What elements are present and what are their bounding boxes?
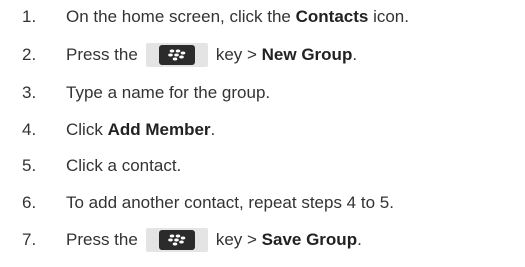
step-text-part: . [352, 45, 358, 64]
step-text: Press the [66, 43, 357, 67]
step-text-part: On the home screen, click the [66, 7, 296, 26]
step-text: Click Add Member. [66, 120, 215, 140]
step-text: On the home screen, click the Contacts i… [66, 7, 409, 27]
step-text: Press the [66, 228, 362, 252]
step-text-part: Click a contact. [66, 156, 182, 175]
step-number: 7. [22, 230, 37, 249]
step-text: Type a name for the group. [66, 83, 270, 103]
step-number: 3. [22, 83, 37, 102]
instruction-steps-list: 1. On the home screen, click the Contact… [0, 0, 525, 267]
step-text-part: To add another contact, repeat steps 4 t… [66, 193, 394, 212]
add-member-label: Add Member [107, 120, 211, 139]
step-number: 6. [22, 193, 37, 212]
step-number: 2. [22, 45, 37, 64]
step-text-part: key > [215, 45, 262, 64]
new-group-label: New Group [261, 45, 353, 64]
step-number: 1. [22, 7, 37, 26]
step-text-part: . [357, 230, 362, 249]
step-text-part: . [210, 120, 216, 139]
step-text-part: Press the [66, 230, 138, 249]
step-text: Click a contact. [66, 156, 181, 176]
step-text-part: Click [66, 120, 108, 139]
step-number: 5. [22, 156, 37, 175]
step-text-part: Press the [66, 45, 138, 64]
step-text: To add another contact, repeat steps 4 t… [66, 193, 394, 213]
blackberry-menu-key-icon [145, 228, 208, 252]
blackberry-menu-key-icon [145, 43, 208, 67]
step-text-part: icon. [368, 7, 409, 26]
save-group-label: Save Group [261, 230, 358, 249]
step-number: 4. [22, 120, 37, 139]
step-text-part: Type a name for the group. [66, 83, 271, 102]
step-text-part: key > [215, 230, 262, 249]
contacts-label: Contacts [295, 7, 369, 26]
